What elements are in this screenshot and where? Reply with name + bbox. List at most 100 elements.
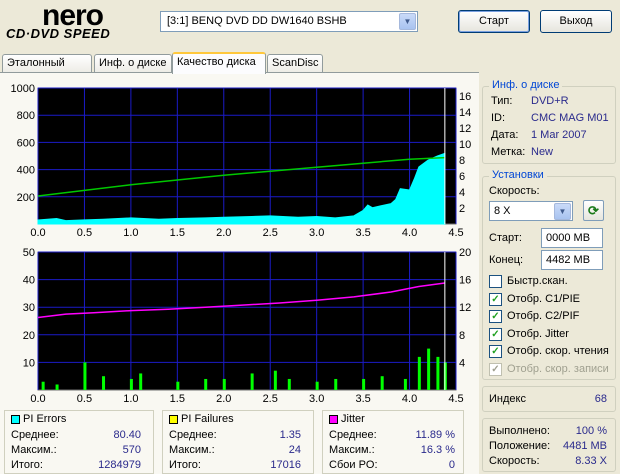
x-tick-label: 3.0 [309, 393, 324, 404]
pi-failures-bar [427, 348, 431, 390]
pif-max-value: 24 [288, 444, 301, 456]
y-right-tick-label: 16 [459, 91, 471, 103]
checkbox-2[interactable]: ✓ [489, 310, 502, 323]
y-right-tick-label: 4 [459, 187, 465, 199]
tab-scandisc[interactable]: ScanDisc [267, 54, 323, 73]
pie-total-value: 1284979 [98, 459, 141, 471]
pi-failures-stats: PI Failures Среднее: 1.35 Максим.: 24 Ит… [162, 410, 314, 474]
y-right-tick-label: 12 [459, 302, 471, 314]
pie-max-label: Максим.: [11, 444, 57, 456]
index-group: Индекс 68 [482, 386, 616, 412]
jitter-title: Jitter [341, 413, 365, 425]
pi-failures-bar [273, 370, 277, 390]
x-tick-label: 1.5 [170, 393, 185, 404]
y-left-tick-label: 800 [17, 110, 35, 122]
x-tick-label: 3.0 [309, 227, 324, 239]
disc-date-label: Дата: [491, 129, 519, 141]
index-value: 68 [594, 393, 607, 405]
pi-errors-stats: PI Errors Среднее: 80.40 Максим.: 570 Ит… [4, 410, 154, 474]
y-left-tick-label: 30 [23, 302, 35, 314]
speed-select[interactable]: 8 X ▼ [489, 201, 573, 221]
start-address-input[interactable]: 0000 MB [541, 228, 603, 248]
pi-failures-bar [334, 378, 338, 390]
end-address-label: Конец: [489, 254, 524, 266]
start-address-label: Старт: [489, 232, 522, 244]
done-label: Выполнено: [489, 425, 550, 437]
x-tick-label: 0.0 [30, 227, 45, 239]
x-tick-label: 0.5 [77, 227, 92, 239]
disc-date-value: 1 Mar 2007 [531, 129, 587, 141]
checkbox-label-1: Отобр. C1/PIE [507, 292, 580, 305]
end-address-input[interactable]: 4482 MB [541, 250, 603, 270]
jitter-color-swatch [329, 414, 338, 424]
position-value: 4481 MB [562, 440, 607, 452]
pif-total-value: 17016 [270, 459, 301, 471]
x-tick-label: 2.5 [263, 227, 278, 239]
disc-id-label: ID: [491, 112, 506, 124]
x-tick-label: 4.5 [448, 227, 463, 239]
x-tick-label: 0.0 [30, 393, 45, 404]
y-right-tick-label: 20 [459, 247, 471, 259]
tab-bar: Эталонный тест Инф. о диске Качество дис… [0, 52, 480, 81]
y-left-tick-label: 600 [17, 137, 35, 149]
pie-avg-value: 80.40 [113, 429, 141, 441]
y-left-tick-label: 20 [23, 330, 35, 342]
x-tick-label: 3.5 [355, 393, 370, 404]
settings-title: Установки [489, 169, 547, 181]
disc-info-title: Инф. о диске [489, 79, 563, 91]
position-label: Положение: [489, 440, 551, 452]
y-left-tick-label: 1000 [11, 83, 35, 95]
x-tick-label: 2.0 [216, 393, 231, 404]
po-failures-label: Сбои PO: [329, 459, 378, 471]
chevron-down-icon[interactable]: ▼ [399, 13, 416, 30]
tab-benchmark[interactable]: Эталонный тест [2, 54, 92, 81]
checkbox-5: ✓ [489, 362, 502, 376]
tab-disc-quality[interactable]: Качество диска [172, 52, 266, 74]
drive-select[interactable]: [3:1] BENQ DVD DD DW1640 BSHB ▼ [160, 11, 418, 32]
pi-failures-bar [250, 373, 254, 390]
y-left-tick-label: 40 [23, 275, 35, 287]
x-tick-label: 1.5 [170, 227, 185, 239]
x-tick-label: 4.0 [402, 227, 417, 239]
pif-title: PI Failures [181, 413, 234, 425]
y-left-tick-label: 200 [17, 192, 35, 204]
pi-failures-bar [436, 356, 440, 390]
logo-product: CD·DVD SPEED [6, 26, 111, 41]
nero-logo: nero CD·DVD SPEED [6, 0, 156, 42]
tab-disc-info[interactable]: Инф. о диске [94, 54, 172, 73]
po-failures-value: 0 [448, 459, 455, 471]
jitter-max-label: Максим.: [329, 444, 375, 456]
pi-failures-bar [55, 384, 59, 390]
pi-failures-bar [129, 378, 133, 390]
plot-area [37, 251, 457, 391]
checkbox-4[interactable]: ✓ [489, 345, 502, 358]
y-right-tick-label: 16 [459, 275, 471, 287]
pi-errors-chart: 0.0 0.5 1.0 1.5 2.0 2.5 3.0 3.5 4.0 4.5 200 400 600 8… [11, 83, 472, 239]
pie-avg-label: Среднее: [11, 429, 59, 441]
chevron-down-icon[interactable]: ▼ [554, 203, 571, 220]
progress-group: Выполнено: 100 % Положение: 4481 MB Скор… [482, 418, 616, 472]
start-button[interactable]: Старт [458, 10, 530, 33]
drive-select-value: [3:1] BENQ DVD DD DW1640 BSHB [167, 15, 347, 27]
y-right-tick-label: 10 [459, 139, 471, 151]
settings-group: Установки Скорость: 8 X ▼ ⟳ Старт: 0000 … [482, 169, 616, 380]
x-tick-label: 1.0 [123, 227, 138, 239]
checkbox-1[interactable]: ✓ [489, 292, 502, 306]
x-tick-label: 1.0 [123, 393, 138, 404]
checkbox-0[interactable] [489, 275, 502, 288]
x-tick-label: 4.0 [402, 393, 417, 404]
checkbox-3[interactable]: ✓ [489, 327, 502, 341]
refresh-speed-icon[interactable]: ⟳ [583, 200, 604, 221]
exit-button[interactable]: Выход [540, 10, 612, 33]
y-left-tick-label: 400 [17, 165, 35, 177]
jitter-avg-label: Среднее: [329, 429, 377, 441]
x-tick-label: 3.5 [355, 227, 370, 239]
pi-failures-bar [41, 381, 45, 390]
disc-label-value: New [531, 146, 554, 158]
pi-failures-bar [362, 378, 366, 390]
pie-color-swatch [11, 414, 20, 424]
index-label: Индекс [489, 393, 526, 405]
y-right-tick-label: 12 [459, 123, 471, 135]
y-right-tick-label: 2 [459, 203, 465, 215]
speed-label: Скорость: [489, 185, 540, 197]
